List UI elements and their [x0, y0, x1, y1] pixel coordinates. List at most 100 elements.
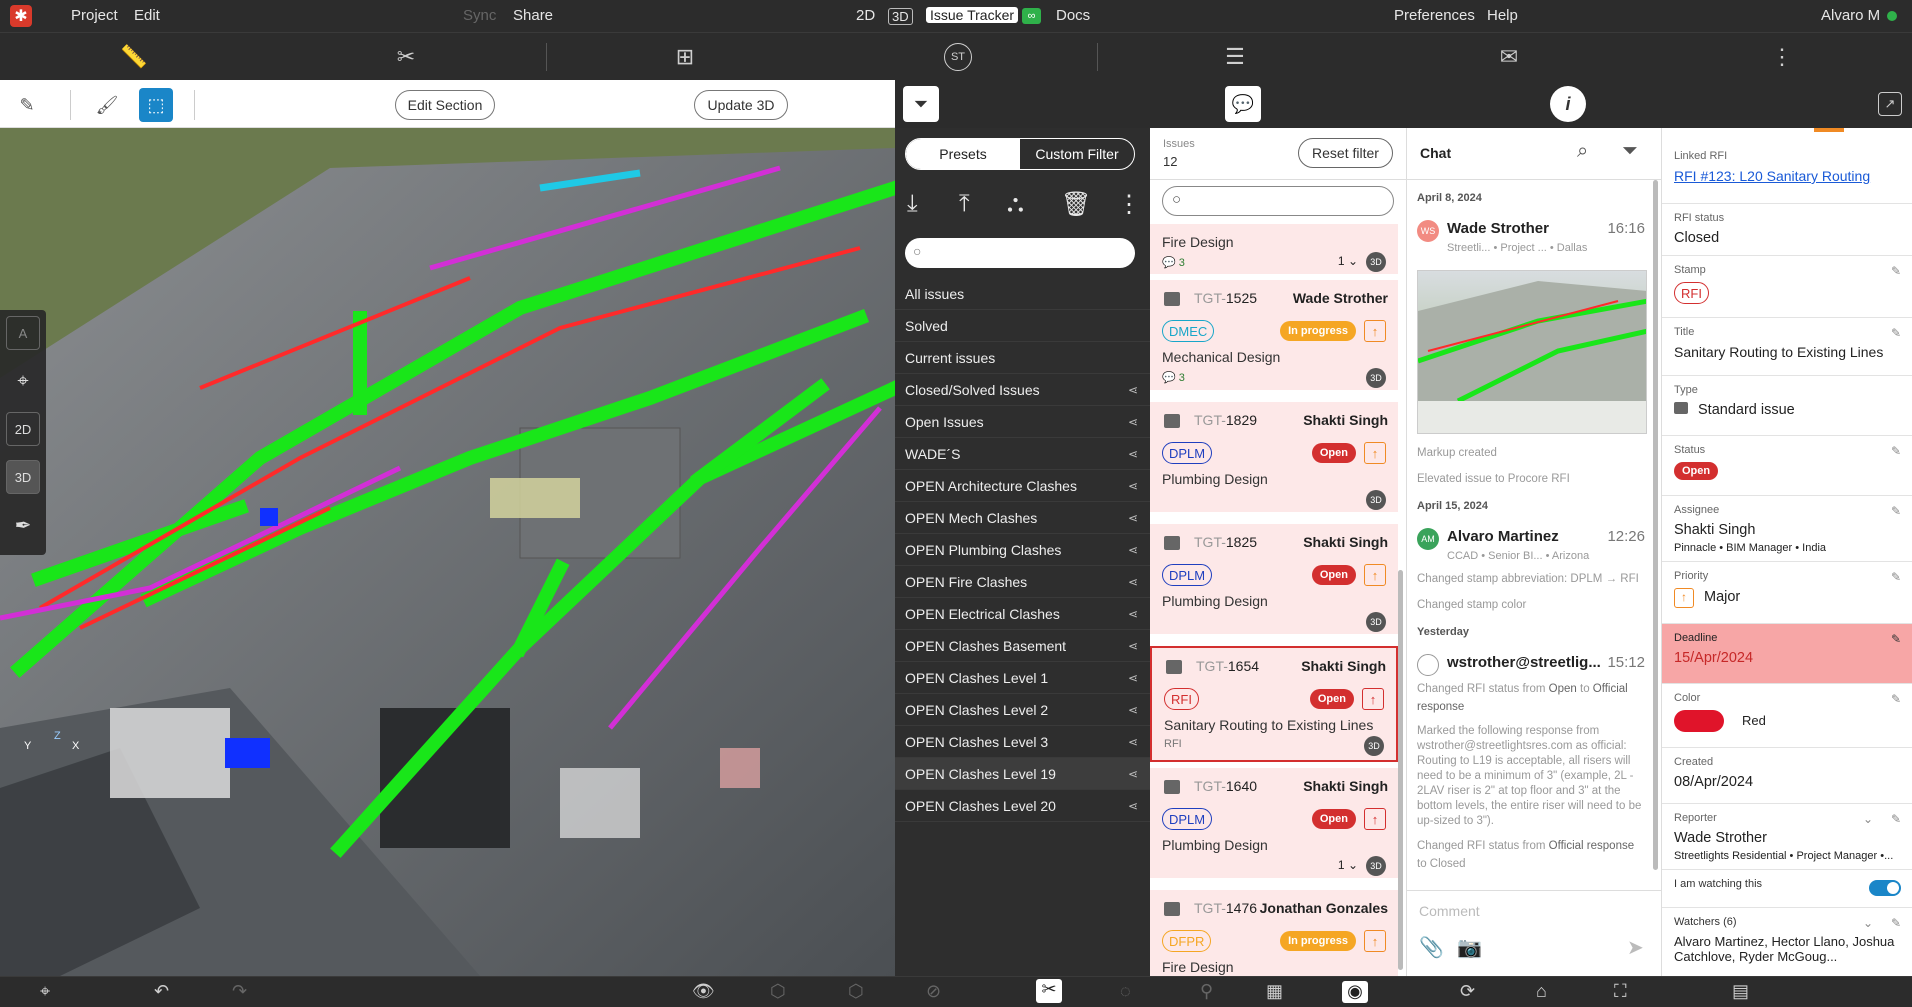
building-model[interactable]: [0, 128, 895, 976]
edit-icon[interactable]: ✎: [1891, 444, 1901, 458]
filter-icon[interactable]: ⏷: [903, 86, 939, 122]
reset-filter-button[interactable]: Reset filter: [1298, 138, 1393, 168]
menu-3d[interactable]: 3D: [888, 8, 913, 25]
issue-card[interactable]: TGT-1829 Shakti Singh DPLM Open ↑ Plumbing De…: [1150, 402, 1398, 518]
issue-card[interactable]: TGT-1654 Shakti Singh RFI Open ↑ Sanitary Rou…: [1150, 646, 1398, 762]
section-cut-icon[interactable]: ✂: [1036, 979, 1062, 1003]
view-2d-button[interactable]: 2D: [6, 412, 40, 446]
filter-preset-item[interactable]: OPEN Clashes Level 19 ⋖: [895, 758, 1150, 790]
menu-share[interactable]: Share: [513, 7, 553, 24]
user-name[interactable]: Alvaro M: [1821, 7, 1880, 24]
scissors-icon[interactable]: ✂: [392, 43, 420, 71]
filter-preset-item[interactable]: Solved: [895, 310, 1150, 342]
edit-icon[interactable]: ✎: [1891, 632, 1901, 646]
filter-preset-item[interactable]: Current issues: [895, 342, 1150, 374]
view-3d-icon[interactable]: 3D: [1366, 252, 1386, 272]
download-icon[interactable]: ⤓: [907, 190, 918, 218]
filter-preset-item[interactable]: Closed/Solved Issues ⋖: [895, 374, 1150, 406]
filter-preset-item[interactable]: OPEN Clashes Basement ⋖: [895, 630, 1150, 662]
issue-card[interactable]: TGT-1640 Shakti Singh DPLM Open ↑ Plumbing De…: [1150, 768, 1398, 884]
add-comment-icon[interactable]: ⊞: [671, 43, 699, 71]
version-select[interactable]: 1 ⌄: [1338, 254, 1358, 268]
expand-panel-icon[interactable]: ↗: [1878, 92, 1902, 116]
issue-card[interactable]: TGT-1825 Shakti Singh DPLM Open ↑ Plumbing De…: [1150, 524, 1398, 640]
briefcase-icon[interactable]: ✉: [1495, 43, 1523, 71]
pen-icon[interactable]: ✒: [6, 508, 40, 542]
presets-tab[interactable]: Presets: [906, 139, 1020, 169]
status-field[interactable]: Status ✎ Open: [1662, 436, 1912, 496]
view-3d-icon[interactable]: 3D: [1366, 856, 1386, 876]
3d-viewport[interactable]: Y Z X: [0, 128, 895, 976]
st-badge[interactable]: ST: [944, 43, 972, 71]
ab-view-icon[interactable]: A: [6, 316, 40, 350]
filter-preset-item[interactable]: OPEN Plumbing Clashes ⋖: [895, 534, 1150, 566]
more-vert-icon[interactable]: ⋮: [1768, 43, 1796, 71]
edit-icon[interactable]: ✎: [1891, 692, 1901, 706]
filter-preset-item[interactable]: All issues: [895, 278, 1150, 310]
ruler-icon[interactable]: 📏: [120, 43, 148, 71]
paint-lock-icon[interactable]: 🖌: [90, 88, 124, 122]
paint-cursor-icon[interactable]: ⬚: [139, 88, 173, 122]
eye-icon[interactable]: 👁: [692, 981, 715, 1002]
upload-icon[interactable]: ⤒: [959, 190, 970, 218]
view-3d-icon[interactable]: 3D: [1366, 490, 1386, 510]
chevron-down-icon[interactable]: ⌄: [1863, 812, 1873, 826]
filter-preset-item[interactable]: OPEN Architecture Clashes ⋖: [895, 470, 1150, 502]
chat-scrollbar[interactable]: [1653, 180, 1658, 870]
view-3d-icon[interactable]: 3D: [1366, 368, 1386, 388]
edit-icon[interactable]: ✎: [1891, 916, 1901, 930]
chat-bubbles-icon[interactable]: 💬: [1225, 86, 1261, 122]
filter-preset-item[interactable]: OPEN Mech Clashes ⋖: [895, 502, 1150, 534]
title-field[interactable]: Title ✎ Sanitary Routing to Existing Lin…: [1662, 318, 1912, 376]
filter-preset-item[interactable]: Open Issues ⋖: [895, 406, 1150, 438]
undo-icon[interactable]: ↶: [154, 981, 169, 1002]
grid-icon[interactable]: ▦: [1266, 981, 1283, 1002]
chevron-down-icon[interactable]: ⌄: [1863, 916, 1873, 930]
camera-icon[interactable]: 📷: [1457, 935, 1482, 960]
menu-project[interactable]: Project: [71, 7, 118, 24]
menu-2d[interactable]: 2D: [856, 7, 875, 24]
menu-edit[interactable]: Edit: [134, 7, 160, 24]
reporter-field[interactable]: Reporter ⌄ ✎ Wade Strother Streetlights …: [1662, 804, 1912, 870]
assignee-field[interactable]: Assignee ✎ Shakti Singh Pinnacle • BIM M…: [1662, 496, 1912, 562]
info-icon[interactable]: i: [1550, 86, 1586, 122]
filter-preset-item[interactable]: OPEN Clashes Level 3 ⋖: [895, 726, 1150, 758]
filter-icon[interactable]: ⏷: [1622, 140, 1638, 163]
issue-card-partial[interactable]: Fire Design 💬 3 1 ⌄ 3D: [1150, 224, 1398, 280]
filter-preset-item[interactable]: OPEN Fire Clashes ⋖: [895, 566, 1150, 598]
map-pin-icon[interactable]: ⌖: [6, 364, 40, 398]
send-icon[interactable]: ➤: [1627, 935, 1644, 960]
home-icon[interactable]: ⌂: [1536, 981, 1547, 1002]
orbit-icon[interactable]: ⟳: [1460, 981, 1475, 1002]
watching-toggle[interactable]: [1869, 880, 1901, 896]
attach-icon[interactable]: 📎: [1419, 935, 1444, 960]
version-select[interactable]: 1 ⌄: [1338, 858, 1358, 872]
type-field[interactable]: Type Standard issue: [1662, 376, 1912, 436]
custom-filter-tab[interactable]: Custom Filter: [1020, 139, 1134, 169]
search-icon[interactable]: ⌕: [1577, 140, 1588, 163]
edit-icon[interactable]: ✎: [1891, 264, 1901, 278]
checklist-icon[interactable]: ☰: [1221, 43, 1249, 71]
filter-preset-item[interactable]: OPEN Electrical Clashes ⋖: [895, 598, 1150, 630]
edit-icon[interactable]: ✎: [1891, 812, 1901, 826]
fit-view-icon[interactable]: ⛶: [1614, 981, 1627, 1002]
isolate-icon[interactable]: ◉: [1342, 981, 1368, 1003]
share-icon[interactable]: ⛬: [1007, 190, 1024, 218]
stamp-field[interactable]: Stamp ✎ RFI: [1662, 256, 1912, 318]
menu-issue-tracker[interactable]: Issue Tracker: [926, 7, 1019, 23]
issue-search-input[interactable]: ○: [1162, 186, 1394, 216]
update-3d-button[interactable]: Update 3D: [694, 90, 788, 120]
deadline-field[interactable]: Deadline ✎ 15/Apr/2024: [1662, 624, 1912, 684]
view-3d-icon[interactable]: 3D: [1366, 612, 1386, 632]
filter-preset-item[interactable]: WADE´S ⋖: [895, 438, 1150, 470]
app-logo-icon[interactable]: ✱: [10, 5, 32, 27]
watchers-field[interactable]: Watchers (6) ⌄ ✎ Alvaro Martinez, Hector…: [1662, 908, 1912, 976]
filter-search-input[interactable]: ○: [905, 238, 1135, 268]
linked-rfi-link[interactable]: RFI #123: L20 Sanitary Routing: [1674, 168, 1901, 184]
location-pin-icon[interactable]: ⌖: [40, 981, 50, 1002]
issue-list-scrollbar[interactable]: [1398, 570, 1403, 970]
edit-icon[interactable]: ✎: [1891, 504, 1901, 518]
edit-icon[interactable]: ✎: [1891, 570, 1901, 584]
list-view-icon[interactable]: ▤: [1732, 981, 1749, 1002]
comment-input[interactable]: Comment: [1419, 903, 1480, 919]
